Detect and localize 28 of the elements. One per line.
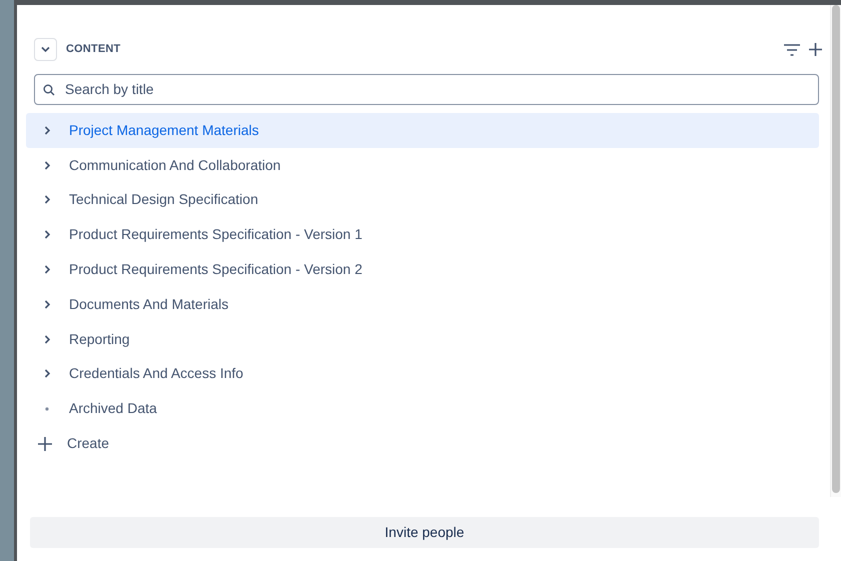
add-icon[interactable] bbox=[809, 42, 822, 56]
chevron-right-icon bbox=[44, 265, 50, 274]
chevron-right-icon bbox=[44, 195, 50, 204]
filter-icon[interactable] bbox=[783, 42, 801, 56]
chevron-right-icon bbox=[44, 230, 50, 240]
add-icon bbox=[38, 436, 52, 451]
chevron-right-icon bbox=[44, 126, 50, 135]
scrollbar-thumb[interactable] bbox=[832, 5, 840, 493]
collapse-toggle[interactable] bbox=[34, 38, 57, 60]
chevron-right-icon bbox=[44, 369, 50, 378]
dot-icon bbox=[45, 406, 49, 411]
tree-item[interactable]: Credentials And Access Info bbox=[26, 356, 819, 392]
section-title: CONTENT bbox=[66, 42, 121, 57]
chevron-right-icon bbox=[44, 160, 50, 170]
tree-item[interactable]: Communication And Collaboration bbox=[26, 148, 819, 183]
create-link[interactable]: Create bbox=[26, 426, 819, 461]
chevron-down-icon bbox=[41, 46, 50, 52]
chevron-right-icon bbox=[44, 300, 50, 309]
tree-item[interactable]: Product Requirements Specification - Version 2 bbox=[26, 252, 819, 287]
search-field[interactable]: Search by title bbox=[34, 74, 819, 105]
tree-item[interactable]: Documents And Materials bbox=[26, 286, 819, 322]
tree-item[interactable]: Product Requirements Specification - Version 1 bbox=[26, 217, 819, 252]
tree-item[interactable]: Reporting bbox=[26, 322, 819, 357]
tree-item[interactable]: Archived Data bbox=[26, 391, 819, 426]
chevron-right-icon bbox=[44, 334, 50, 344]
invite-button[interactable]: Invite people bbox=[30, 517, 819, 548]
tree-item[interactable]: Project Management Materials bbox=[26, 113, 819, 148]
tree-item[interactable]: Technical Design Specification bbox=[26, 182, 819, 218]
